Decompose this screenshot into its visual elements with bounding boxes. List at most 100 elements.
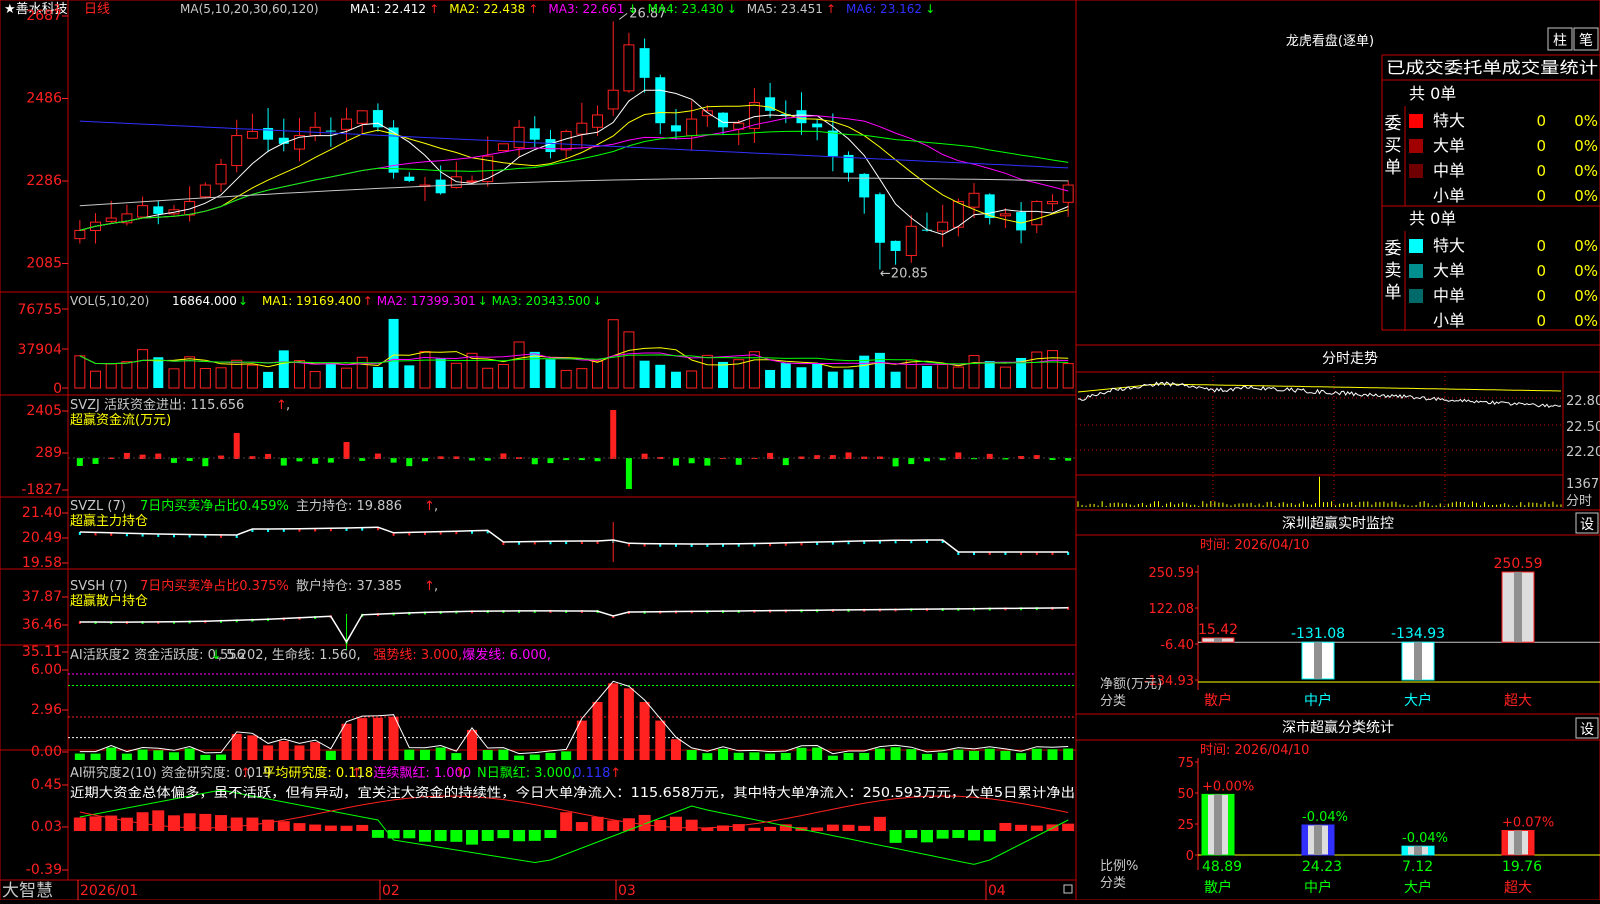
volume-bar-down[interactable]: [388, 318, 399, 388]
activity-bar[interactable]: [874, 748, 885, 760]
activity-bar[interactable]: [121, 753, 132, 760]
research-bar[interactable]: [230, 817, 243, 831]
activity-bar[interactable]: [702, 753, 713, 760]
activity-bar[interactable]: [827, 755, 838, 760]
activity-bar[interactable]: [859, 752, 870, 760]
candle-body-up[interactable]: [686, 118, 698, 137]
activity-bar[interactable]: [106, 747, 117, 760]
fund-flow-bar[interactable]: [390, 458, 397, 463]
activity-bar[interactable]: [310, 742, 321, 760]
volume-bar-up[interactable]: [1062, 363, 1074, 389]
fund-flow-bar[interactable]: [170, 458, 177, 463]
research-bar[interactable]: [513, 830, 526, 842]
candle-body-up[interactable]: [184, 201, 196, 216]
research-bar[interactable]: [685, 819, 698, 831]
research-bar[interactable]: [622, 818, 635, 831]
activity-bar[interactable]: [937, 752, 948, 760]
volume-bar-up[interactable]: [576, 368, 588, 389]
activity-bar[interactable]: [498, 749, 509, 760]
activity-bar[interactable]: [921, 753, 932, 760]
volume-bar-down[interactable]: [263, 371, 274, 388]
volume-bar-up[interactable]: [497, 363, 509, 389]
activity-bar[interactable]: [153, 750, 164, 760]
activity-bar[interactable]: [780, 753, 791, 760]
candle-body-up[interactable]: [623, 44, 635, 92]
volume-bar-up[interactable]: [121, 361, 133, 389]
volume-bar-down[interactable]: [372, 367, 383, 388]
volume-bar-up[interactable]: [184, 356, 196, 389]
candle-body-down[interactable]: [404, 176, 415, 181]
volume-bar-up[interactable]: [356, 356, 368, 389]
candle-body-up[interactable]: [231, 135, 243, 167]
research-bar[interactable]: [152, 810, 165, 831]
volume-bar-down[interactable]: [435, 358, 446, 388]
research-bar[interactable]: [858, 825, 871, 831]
volume-bar-up[interactable]: [74, 355, 86, 389]
volume-bar-up[interactable]: [592, 360, 604, 389]
volume-bar-down[interactable]: [796, 367, 807, 388]
volume-bar-up[interactable]: [952, 366, 964, 389]
volume-bar-up[interactable]: [560, 369, 572, 389]
research-bar[interactable]: [575, 822, 588, 831]
activity-bar[interactable]: [419, 749, 430, 760]
activity-bar[interactable]: [404, 749, 415, 760]
activity-bar[interactable]: [670, 739, 681, 760]
candle-body-up[interactable]: [937, 221, 949, 232]
candle-body-up[interactable]: [497, 143, 509, 152]
research-bar[interactable]: [356, 824, 369, 831]
activity-bar[interactable]: [529, 754, 540, 760]
research-bar[interactable]: [811, 827, 824, 831]
volume-bar-up[interactable]: [309, 371, 321, 389]
research-bar[interactable]: [544, 830, 557, 838]
research-bar[interactable]: [983, 830, 996, 842]
research-bar[interactable]: [277, 821, 290, 831]
volume-bar-up[interactable]: [450, 362, 462, 389]
volume-bar-down[interactable]: [718, 361, 729, 388]
activity-bar[interactable]: [843, 752, 854, 760]
research-bar[interactable]: [701, 827, 714, 831]
research-bar[interactable]: [340, 825, 353, 831]
research-bar[interactable]: [528, 830, 541, 841]
volume-bar-down[interactable]: [843, 369, 854, 388]
activity-bar[interactable]: [325, 750, 336, 760]
activity-bar[interactable]: [592, 701, 603, 760]
candle-body-up[interactable]: [968, 192, 980, 208]
fund-flow-bar[interactable]: [374, 453, 381, 459]
activity-bar[interactable]: [1000, 750, 1011, 760]
activity-bar[interactable]: [263, 745, 274, 760]
research-bar[interactable]: [450, 830, 463, 842]
activity-bar[interactable]: [278, 741, 289, 760]
candle-body-up[interactable]: [341, 118, 353, 130]
activity-bar[interactable]: [639, 701, 650, 760]
volume-bar-down[interactable]: [404, 365, 415, 388]
volume-bar-down[interactable]: [812, 363, 823, 388]
candle-body-up[interactable]: [215, 163, 227, 185]
activity-bar[interactable]: [514, 755, 525, 760]
volume-bar-up[interactable]: [105, 363, 117, 389]
volume-bar-down[interactable]: [545, 359, 556, 388]
research-bar[interactable]: [215, 815, 228, 831]
fund-flow-bar[interactable]: [610, 410, 617, 459]
fund-flow-bar[interactable]: [92, 458, 99, 464]
research-bar[interactable]: [1015, 824, 1028, 831]
candle-body-up[interactable]: [74, 229, 86, 240]
research-bar[interactable]: [434, 830, 447, 842]
activity-bar[interactable]: [200, 754, 211, 760]
volume-bar-down[interactable]: [780, 363, 791, 388]
candle-body-up[interactable]: [137, 205, 149, 218]
activity-bar[interactable]: [247, 735, 258, 760]
candle-body-up[interactable]: [560, 130, 572, 151]
volume-bar-down[interactable]: [153, 357, 164, 388]
activity-bar[interactable]: [294, 745, 305, 760]
candle-body-down[interactable]: [812, 123, 823, 128]
volume-bar-down[interactable]: [529, 351, 540, 388]
research-bar[interactable]: [952, 830, 965, 838]
activity-bar[interactable]: [561, 751, 572, 760]
activity-bar[interactable]: [1031, 748, 1042, 760]
candle-body-up[interactable]: [246, 130, 258, 139]
candle-body-up[interactable]: [105, 217, 117, 222]
fund-flow-bar[interactable]: [233, 433, 240, 459]
activity-bar[interactable]: [435, 747, 446, 760]
activity-bar[interactable]: [451, 753, 462, 760]
candle-body-down[interactable]: [670, 125, 681, 132]
